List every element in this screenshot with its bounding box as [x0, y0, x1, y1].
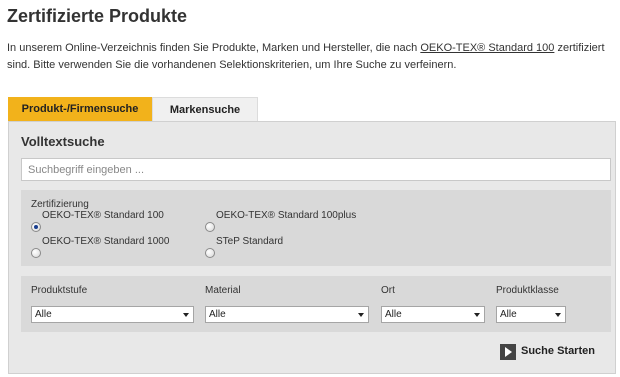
tab-brand-search[interactable]: Markensuche: [152, 97, 258, 121]
intro-text: In unserem Online-Verzeichnis finden Sie…: [7, 40, 615, 74]
select-produktklasse[interactable]: Alle: [496, 306, 566, 323]
radio-step-standard[interactable]: [205, 248, 215, 258]
chevron-down-icon: [474, 313, 480, 317]
radio-label-standard-100plus: OEKO-TEX® Standard 100plus: [216, 210, 357, 221]
search-panel: Volltextsuche Zertifizierung OEKO-TEX® S…: [8, 121, 616, 374]
radio-standard-1000[interactable]: [31, 248, 41, 258]
certification-label: Zertifizierung: [31, 199, 89, 210]
select-material[interactable]: Alle: [205, 306, 369, 323]
select-produktstufe[interactable]: Alle: [31, 306, 194, 323]
radio-label-standard-1000: OEKO-TEX® Standard 1000: [42, 236, 170, 247]
filter-label-produktklasse: Produktklasse: [496, 285, 559, 296]
page-title: Zertifizierte Produkte: [7, 6, 188, 26]
chevron-down-icon: [183, 313, 189, 317]
oeko-tex-standard-100-link[interactable]: OEKO-TEX® Standard 100: [420, 42, 554, 54]
select-value-ort: Alle: [385, 309, 402, 320]
radio-standard-100[interactable]: [31, 222, 41, 232]
filter-label-material: Material: [205, 285, 241, 296]
filter-group: Produktstufe Material Ort Produktklasse …: [21, 276, 611, 332]
radio-standard-100plus[interactable]: [205, 222, 215, 232]
radio-label-step-standard: STeP Standard: [216, 236, 284, 247]
play-icon: [500, 344, 516, 360]
select-value-produktklasse: Alle: [500, 309, 517, 320]
filter-label-produktstufe: Produktstufe: [31, 285, 88, 296]
search-start-label: Suche Starten: [521, 345, 595, 357]
intro-text-part1: In unserem Online-Verzeichnis finden Sie…: [7, 42, 421, 54]
certification-group: Zertifizierung OEKO-TEX® Standard 100 OE…: [21, 190, 611, 266]
select-value-produktstufe: Alle: [35, 309, 52, 320]
tab-product-company-search[interactable]: Produkt-/Firmensuche: [8, 97, 152, 121]
fulltext-search-heading: Volltextsuche: [21, 134, 105, 149]
chevron-down-icon: [555, 313, 561, 317]
filter-label-ort: Ort: [381, 285, 395, 296]
select-value-material: Alle: [209, 309, 226, 320]
select-ort[interactable]: Alle: [381, 306, 485, 323]
radio-label-standard-100: OEKO-TEX® Standard 100: [42, 210, 164, 221]
search-input[interactable]: [21, 158, 611, 181]
chevron-down-icon: [358, 313, 364, 317]
